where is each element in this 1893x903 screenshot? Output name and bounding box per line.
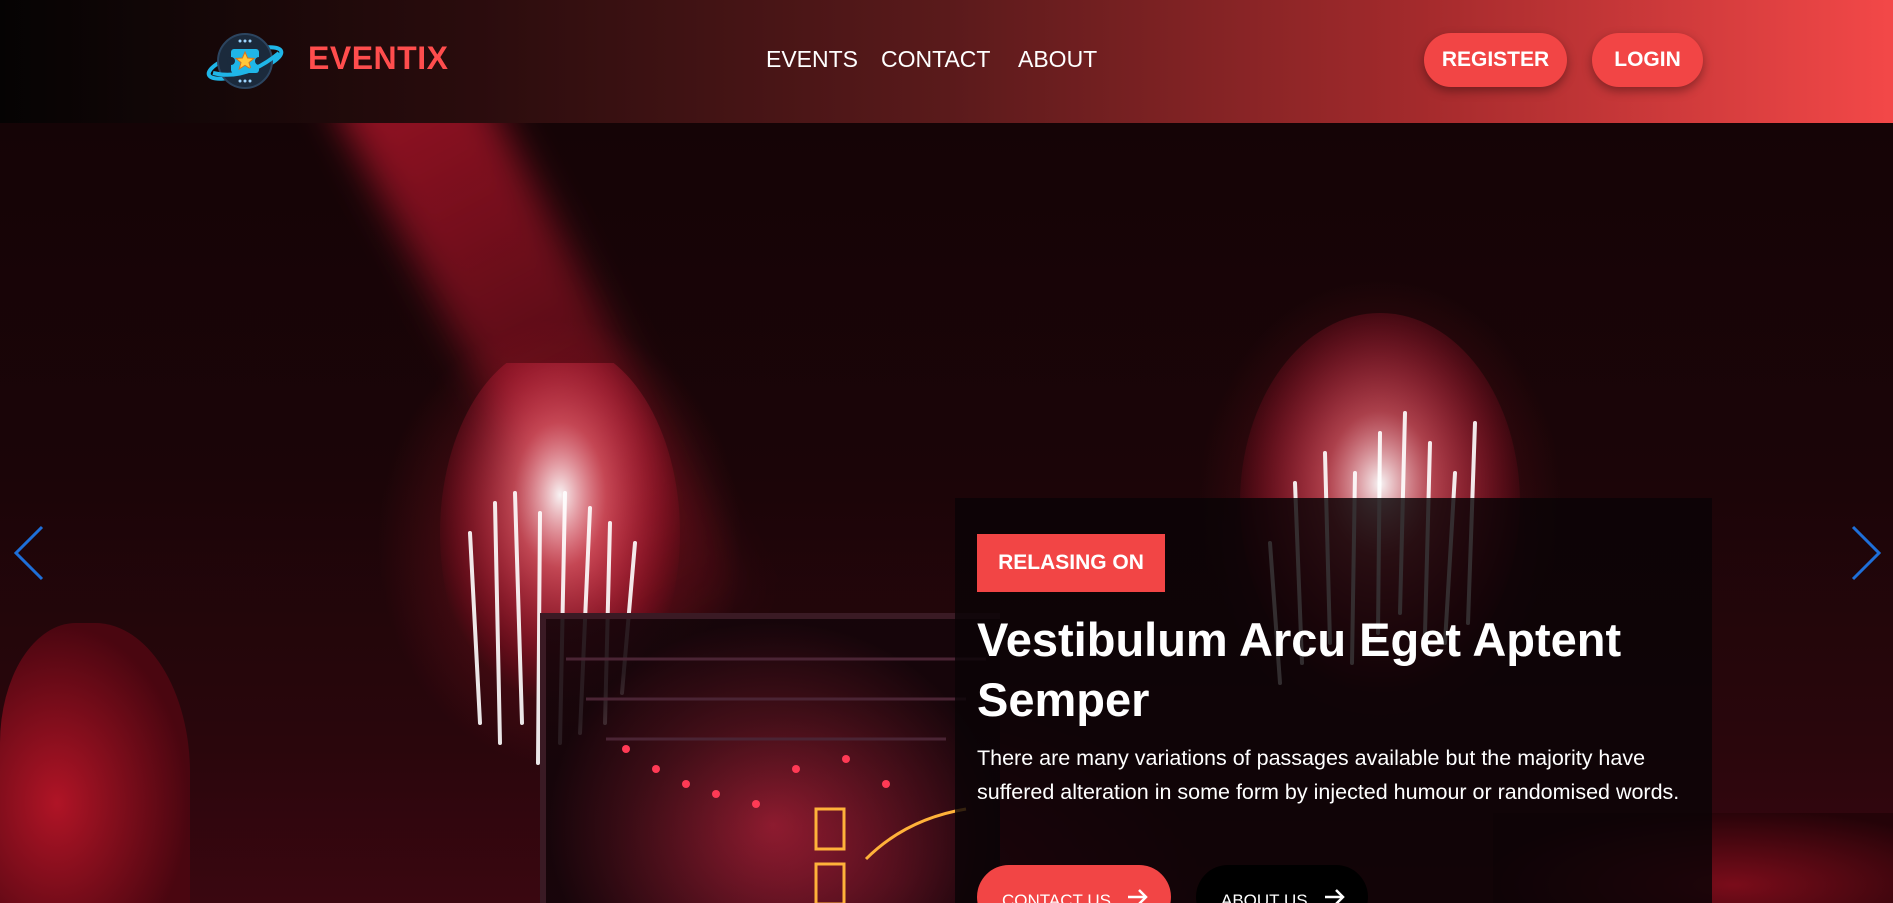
contact-us-label: CONTACT US bbox=[1002, 891, 1111, 903]
site-header: EVENTIX EVENTS CONTACT ABOUT REGISTER LO… bbox=[0, 0, 1893, 123]
chevron-left-icon[interactable] bbox=[10, 523, 50, 583]
release-badge: RELASING ON bbox=[977, 534, 1165, 592]
about-us-label: ABOUT US bbox=[1221, 891, 1308, 903]
slide-description: There are many variations of passages av… bbox=[977, 746, 1680, 804]
login-button[interactable]: LOGIN bbox=[1592, 33, 1703, 87]
slide-caption-card: RELASING ON Vestibulum Arcu Eget Aptent … bbox=[955, 498, 1712, 903]
planet-ticket-logo-icon[interactable] bbox=[205, 29, 285, 93]
arrow-right-icon bbox=[1324, 889, 1345, 903]
brand-name[interactable]: EVENTIX bbox=[308, 40, 448, 77]
slide-title: Vestibulum Arcu Eget Aptent Semper bbox=[977, 613, 1622, 726]
crowd-silhouette-left bbox=[0, 623, 190, 903]
contact-us-button[interactable]: CONTACT US bbox=[977, 865, 1171, 903]
chevron-right-icon[interactable] bbox=[1845, 523, 1885, 583]
nav-link-contact[interactable]: CONTACT bbox=[881, 46, 990, 73]
concert-stage bbox=[540, 613, 1000, 903]
nav-link-events[interactable]: EVENTS bbox=[766, 46, 858, 73]
arrow-right-icon bbox=[1127, 889, 1148, 903]
nav-link-about[interactable]: ABOUT bbox=[1018, 46, 1097, 73]
register-button[interactable]: REGISTER bbox=[1424, 33, 1567, 87]
hero-slider: RELASING ON Vestibulum Arcu Eget Aptent … bbox=[0, 123, 1893, 903]
about-us-button[interactable]: ABOUT US bbox=[1196, 865, 1368, 903]
